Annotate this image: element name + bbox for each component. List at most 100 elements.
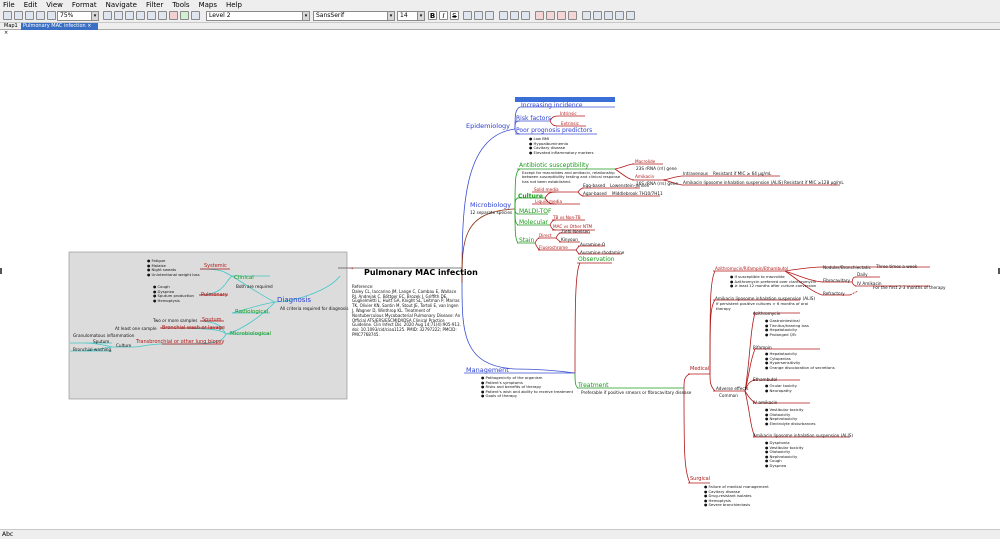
node-risk-factors[interactable]: Risk factors bbox=[516, 115, 551, 123]
node-tb-vs-non-tb[interactable]: TB vs Non-TB bbox=[553, 215, 581, 220]
edge-style-icon[interactable] bbox=[557, 11, 566, 20]
save-as-icon[interactable] bbox=[36, 11, 45, 20]
bold-button[interactable]: B bbox=[428, 11, 437, 20]
redo-icon[interactable] bbox=[191, 11, 200, 20]
filter-icon[interactable] bbox=[158, 11, 167, 20]
delete-icon[interactable] bbox=[169, 11, 178, 20]
print-icon[interactable] bbox=[47, 11, 56, 20]
paste-icon[interactable] bbox=[125, 11, 134, 20]
tab-pulmonary-mac[interactable]: Pulmonary MAC infection × bbox=[21, 23, 98, 30]
menu-navigate[interactable]: Navigate bbox=[106, 0, 137, 10]
settings-icon[interactable] bbox=[626, 11, 635, 20]
branch-microbiology[interactable]: Microbiology bbox=[470, 201, 511, 209]
node-antibiotic-susceptibility[interactable]: Antibiotic susceptibility bbox=[519, 162, 589, 170]
undo-icon[interactable] bbox=[180, 11, 189, 20]
tab-map1[interactable]: Map1 × bbox=[2, 23, 20, 36]
link-icon[interactable] bbox=[521, 11, 530, 20]
node-agar-based[interactable]: Agar-based bbox=[583, 191, 607, 196]
node-alis[interactable]: Amikacin liposome inhalation suspension … bbox=[683, 180, 783, 185]
find-icon[interactable] bbox=[147, 11, 156, 20]
node-fluorochrome[interactable]: Fluorochrome bbox=[539, 245, 568, 250]
node-regimen-azithro[interactable]: Azithromycin/Rifampin/Ethambutol bbox=[715, 266, 788, 271]
node-refractory[interactable]: Refractory bbox=[823, 291, 845, 296]
node-solid-media[interactable]: Solid media bbox=[534, 187, 559, 192]
node-rifampin-ae[interactable]: Rifampin bbox=[753, 345, 772, 350]
zoom-out-icon[interactable] bbox=[593, 11, 602, 20]
node-clinical[interactable]: Clinical bbox=[234, 275, 254, 281]
style-select[interactable]: Level 2 ▾ bbox=[206, 11, 310, 21]
fullscreen-icon[interactable] bbox=[615, 11, 624, 20]
node-iv-amikacin-ae[interactable]: IV amikacin bbox=[753, 400, 777, 405]
branch-epidemiology[interactable]: Epidemiology bbox=[466, 122, 510, 130]
ziehl-neelsen-note[interactable]: Ziehl-Neelsen bbox=[561, 229, 590, 234]
branch-diagnosis[interactable]: Diagnosis bbox=[277, 296, 311, 304]
node-nodular-bronchiectatic[interactable]: Nodular/Bronchiectatic bbox=[823, 265, 871, 270]
cut-icon[interactable] bbox=[103, 11, 112, 20]
node-culture-dx[interactable]: Culture bbox=[116, 343, 131, 348]
node-adverse-effects[interactable]: Adverse effects bbox=[716, 386, 748, 391]
node-amikacin[interactable]: Amikacin bbox=[635, 174, 654, 179]
cloud-icon[interactable] bbox=[499, 11, 508, 20]
menu-file[interactable]: File bbox=[3, 0, 15, 10]
mind-map-canvas[interactable]: Pulmonary MAC infection Reference: Daley… bbox=[0, 31, 1000, 529]
collapse-arrow-icon[interactable]: → bbox=[349, 267, 353, 272]
node-poor-prognosis[interactable]: Poor prognosis predictors bbox=[516, 127, 592, 135]
node-intrinsic[interactable]: Intrinsic bbox=[560, 111, 577, 116]
remove-format-icon[interactable] bbox=[568, 11, 577, 20]
font-select[interactable]: SansSerif ▾ bbox=[313, 11, 395, 21]
node-radiological[interactable]: Radiological bbox=[235, 309, 268, 315]
kinyoun-note[interactable]: Kinyoun bbox=[561, 237, 578, 242]
zoom-in-icon[interactable] bbox=[582, 11, 591, 20]
node-direct[interactable]: Direct bbox=[539, 233, 552, 238]
node-macrolide[interactable]: Macrolide bbox=[635, 159, 655, 164]
zoom-fit-icon[interactable] bbox=[604, 11, 613, 20]
menu-maps[interactable]: Maps bbox=[199, 0, 217, 10]
menu-edit[interactable]: Edit bbox=[24, 0, 38, 10]
branch-management[interactable]: Management bbox=[466, 366, 509, 374]
edge-width-icon[interactable] bbox=[546, 11, 555, 20]
node-increasing-incidence[interactable]: Increasing incidence bbox=[521, 102, 583, 110]
menu-tools[interactable]: Tools bbox=[172, 0, 189, 10]
node-fibrocavitary[interactable]: Fibrocavitary bbox=[823, 278, 850, 283]
italic-button[interactable]: I bbox=[439, 11, 448, 20]
node-observation[interactable]: Observation bbox=[578, 256, 615, 264]
node-microbiological[interactable]: Microbiological bbox=[230, 331, 271, 337]
node-ethambutol-ae[interactable]: Ethambutol bbox=[753, 377, 777, 382]
align-right-icon[interactable] bbox=[485, 11, 494, 20]
node-transbronchial[interactable]: Transbronchial or other lung biopsy bbox=[136, 340, 224, 345]
node-egg-based[interactable]: Egg-based bbox=[583, 183, 605, 188]
node-sputum[interactable]: Sputum bbox=[202, 318, 222, 323]
edge-color-icon[interactable] bbox=[535, 11, 544, 20]
left-edge-arrow-icon[interactable] bbox=[0, 268, 2, 274]
cloud-color-icon[interactable] bbox=[510, 11, 519, 20]
save-icon[interactable] bbox=[25, 11, 34, 20]
node-sputum-culture[interactable]: Sputum bbox=[93, 339, 109, 344]
format-painter-icon[interactable] bbox=[136, 11, 145, 20]
node-bronchial-wash[interactable]: Bronchial wash or lavage bbox=[162, 326, 225, 331]
node-molecular[interactable]: Molecular bbox=[519, 219, 548, 227]
node-treatment[interactable]: Treatment bbox=[578, 382, 609, 390]
zoom-select[interactable]: 75% ▾ bbox=[57, 11, 99, 21]
node-intravenous[interactable]: Intravenous bbox=[683, 171, 708, 176]
node-medical[interactable]: Medical bbox=[690, 367, 709, 372]
node-azithromycin-ae[interactable]: Azithromycin bbox=[753, 311, 780, 316]
node-extrinsic[interactable]: Extrinsic bbox=[561, 121, 579, 126]
node-stain[interactable]: Stain bbox=[519, 237, 534, 245]
root-node-title[interactable]: Pulmonary MAC infection bbox=[364, 268, 478, 277]
node-liquid-media[interactable]: Liquid media bbox=[535, 199, 562, 204]
align-left-icon[interactable] bbox=[463, 11, 472, 20]
auramine-rhodamine-note[interactable]: Auramine-rhodamine bbox=[580, 250, 624, 255]
auramine-note[interactable]: Auramine-O bbox=[580, 242, 605, 247]
menu-format[interactable]: Format bbox=[72, 0, 97, 10]
menu-filter[interactable]: Filter bbox=[146, 0, 163, 10]
node-bronchial-washing[interactable]: Bronchial washing bbox=[73, 347, 111, 352]
menu-help[interactable]: Help bbox=[226, 0, 242, 10]
node-surgical[interactable]: Surgical bbox=[690, 477, 710, 482]
node-alis-ae[interactable]: Amikacin liposome inhalation suspension … bbox=[753, 433, 853, 438]
new-map-icon[interactable] bbox=[3, 11, 12, 20]
menu-view[interactable]: View bbox=[46, 0, 63, 10]
font-size-select[interactable]: 14 ▾ bbox=[397, 11, 425, 21]
open-icon[interactable] bbox=[14, 11, 23, 20]
node-systemic[interactable]: Systemic bbox=[204, 264, 227, 269]
strike-button[interactable]: S bbox=[450, 11, 459, 20]
